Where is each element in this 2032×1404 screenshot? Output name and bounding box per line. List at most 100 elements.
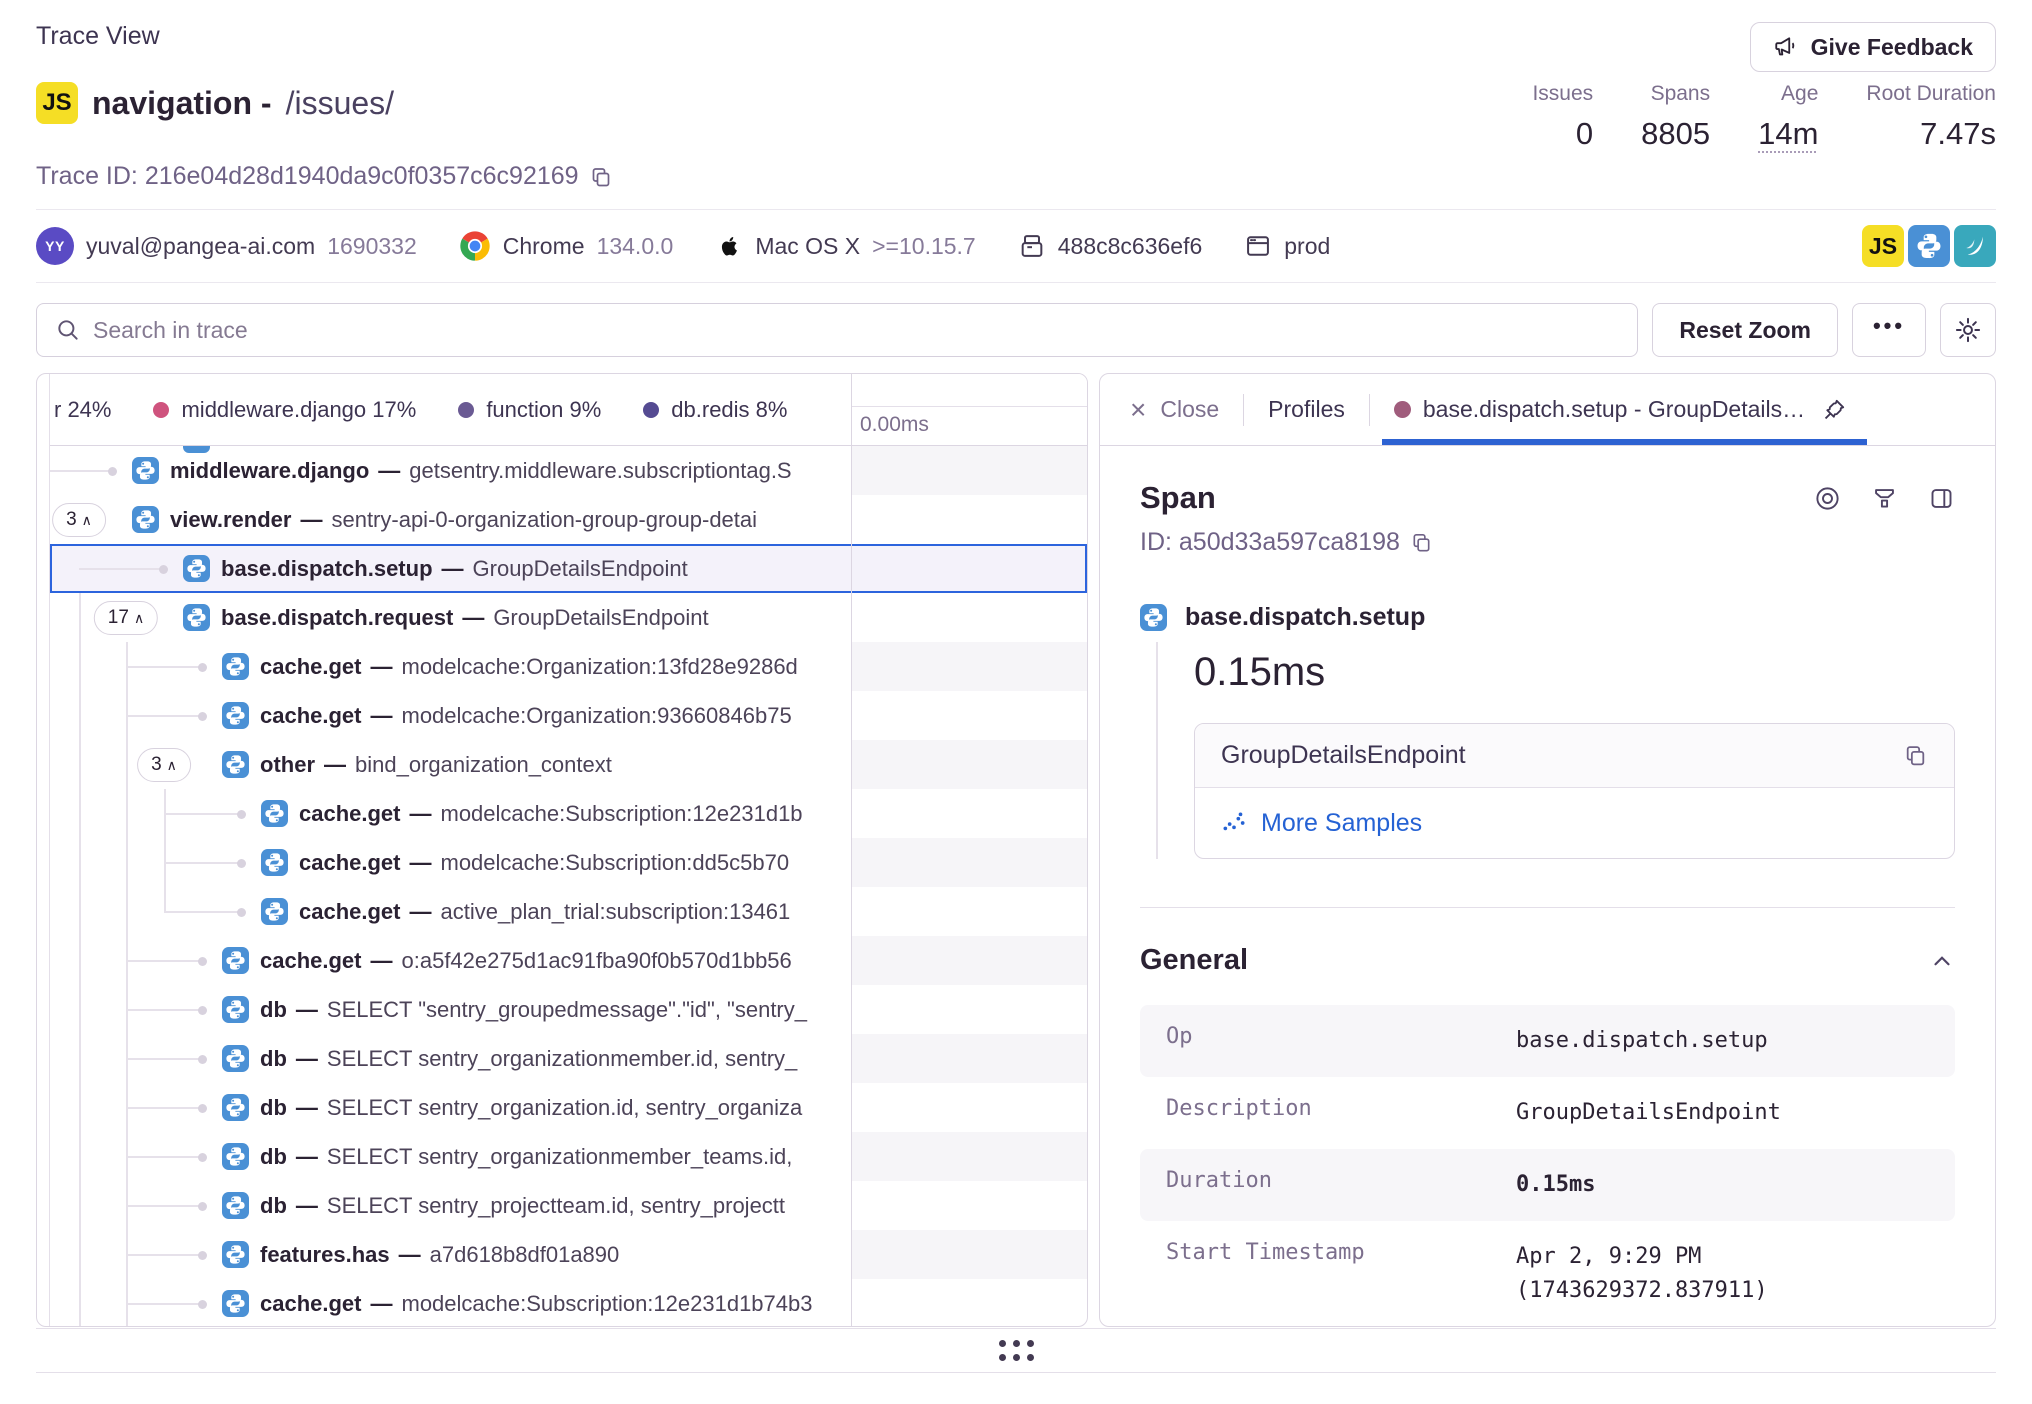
panel-resize-rail[interactable] (37, 374, 50, 1326)
span-description: SELECT "sentry_groupedmessage"."id", "se… (327, 997, 807, 1023)
tree-connector (126, 1107, 204, 1109)
separator: — (291, 507, 331, 533)
span-row-label: view.render—sentry-api-0-organization-gr… (170, 495, 847, 544)
separator: — (369, 458, 409, 484)
search-input[interactable] (93, 317, 1619, 344)
span-description: a7d618b8df01a890 (430, 1242, 620, 1268)
pin-icon[interactable] (1821, 397, 1847, 423)
tab-profiles[interactable]: Profiles (1244, 374, 1369, 445)
python-icon (261, 800, 288, 827)
stat-issues: Issues0 (1532, 82, 1593, 152)
span-tree-row[interactable]: cache.get—modelcache:Organization:936608… (50, 691, 1087, 740)
zoom-to-span-icon[interactable] (1871, 485, 1898, 512)
python-icon (222, 947, 249, 974)
collapse-pill[interactable]: 3∧ (137, 748, 191, 782)
span-tree-row[interactable]: db—SELECT sentry_organizationmember_team… (50, 1132, 1087, 1181)
focus-icon[interactable] (1814, 485, 1841, 512)
span-tree-row[interactable]: cache.get—modelcache:Subscription:12e231… (50, 789, 1087, 838)
legend-item: middleware.django 17% (153, 397, 416, 423)
trace-name: navigation - (92, 85, 272, 122)
separator: — (287, 1095, 327, 1121)
span-tree-row[interactable]: base.dispatch.setup—GroupDetailsEndpoint (50, 544, 1087, 593)
tree-connector (126, 1303, 204, 1305)
environment-meta[interactable]: prod (1244, 232, 1330, 260)
chevron-up-icon[interactable] (1929, 948, 1955, 974)
copy-icon[interactable] (589, 165, 613, 189)
kv-row: Opbase.dispatch.setup (1140, 1005, 1955, 1077)
python-platform-icon (1908, 225, 1950, 267)
javascript-platform-icon: JS (36, 82, 78, 124)
python-icon (261, 849, 288, 876)
copy-icon[interactable] (1903, 743, 1928, 768)
close-tab-button[interactable]: × Close (1130, 374, 1243, 445)
panel-resize-handle[interactable] (36, 1328, 1996, 1373)
side-panel-layout-icon[interactable] (1928, 485, 1955, 512)
span-tree-row[interactable]: cache.get—modelcache:Organization:13fd28… (50, 642, 1087, 691)
megaphone-icon (1773, 34, 1799, 60)
more-samples-link[interactable]: More Samples (1261, 809, 1422, 838)
span-tree-row[interactable]: cache.get—o:a5f42e275d1ac91fba90f0b570d1… (50, 936, 1087, 985)
legend-label: db.redis 8% (671, 397, 787, 423)
reset-zoom-button[interactable]: Reset Zoom (1652, 303, 1838, 357)
span-tree-row[interactable]: db—SELECT sentry_organization.id, sentry… (50, 1083, 1087, 1132)
collapse-pill[interactable]: 17∧ (94, 601, 158, 635)
span-op: cache.get (260, 948, 362, 974)
python-icon (222, 1143, 249, 1170)
python-icon (222, 1143, 249, 1170)
span-tree-row[interactable]: cache.get—modelcache:Subscription:12e231… (50, 1279, 1087, 1326)
avatar: YY (36, 227, 74, 265)
span-row-label: cache.get—modelcache:Organization:13fd28… (260, 642, 847, 691)
span-tree-row[interactable]: 3∧ view.render—sentry-api-0-organization… (50, 495, 1087, 544)
kv-value: 0.15ms (1516, 1168, 1929, 1202)
span-tree-row[interactable]: cache.get—active_plan_trial:subscription… (50, 887, 1087, 936)
tree-connector (126, 1254, 204, 1256)
span-row-label: middleware.django—getsentry.middleware.s… (170, 446, 847, 495)
os-meta[interactable]: Mac OS X >=10.15.7 (715, 232, 975, 260)
span-tree-row[interactable]: middleware.django—getsentry.middleware.s… (50, 446, 1087, 495)
stat-value[interactable]: 14m (1758, 116, 1818, 152)
tree-connector (164, 813, 243, 815)
search-box[interactable] (36, 303, 1638, 357)
span-tree-row[interactable]: cache.get—modelcache:Subscription:dd5c5b… (50, 838, 1087, 887)
device-meta[interactable]: 488c8c636ef6 (1018, 232, 1203, 260)
span-tree-row[interactable]: 17∧ base.dispatch.request—GroupDetailsEn… (50, 593, 1087, 642)
span-description: active_plan_trial:subscription:13461 (441, 899, 791, 925)
tree-connector (126, 666, 204, 668)
settings-button[interactable] (1940, 303, 1996, 357)
timeline-scroll-track[interactable] (852, 374, 1087, 407)
python-icon (222, 947, 249, 974)
kv-row: Start TimestampApr 2, 9:29 PM(1743629372… (1140, 1221, 1955, 1327)
span-tree-row[interactable]: 3∧ other—bind_organization_context (50, 740, 1087, 789)
python-icon (222, 996, 249, 1023)
python-icon (1140, 604, 1167, 631)
span-tree-row[interactable]: db—SELECT sentry_organizationmember.id, … (50, 1034, 1087, 1083)
trace-title: JS navigation - /issues/ (36, 82, 394, 124)
python-icon (132, 457, 159, 484)
general-kv-table: Opbase.dispatch.setupDescriptionGroupDet… (1140, 1005, 1955, 1327)
collapse-pill[interactable]: 3∧ (52, 503, 106, 537)
more-options-button[interactable]: ••• (1852, 303, 1926, 357)
span-tree-row[interactable]: db—SELECT sentry_projectteam.id, sentry_… (50, 1181, 1087, 1230)
browser-meta[interactable]: Chrome 134.0.0 (459, 230, 674, 262)
span-tree-row[interactable]: db—SELECT "sentry_groupedmessage"."id", … (50, 985, 1087, 1034)
kv-value-line: base.dispatch.setup (1516, 1024, 1929, 1058)
span-duration: 0.15ms (1194, 642, 1955, 695)
timeline-divider[interactable] (851, 374, 852, 1326)
span-description: getsentry.middleware.subscriptiontag.S (409, 458, 791, 484)
trace-path: /issues/ (286, 85, 394, 122)
tree-connector (126, 1156, 204, 1158)
span-op: cache.get (299, 899, 401, 925)
span-row-label: cache.get—modelcache:Organization:936608… (260, 691, 847, 740)
separator: — (362, 654, 402, 680)
python-icon (222, 1192, 249, 1219)
give-feedback-button[interactable]: Give Feedback (1750, 22, 1996, 72)
tab-span-active[interactable]: base.dispatch.setup - GroupDetails… (1370, 374, 1871, 445)
copy-icon[interactable] (1410, 531, 1433, 554)
span-tree-row[interactable]: features.has—a7d618b8df01a890 (50, 1230, 1087, 1279)
span-op: db (260, 1193, 287, 1219)
separator: — (390, 1242, 430, 1268)
tree-connector (126, 960, 204, 962)
span-detail-panel: × Close Profiles base.dispatch.setup - G… (1099, 373, 1996, 1327)
user-meta[interactable]: YY yuval@pangea-ai.com 1690332 (36, 227, 417, 265)
legend-item: function 9% (458, 397, 601, 423)
